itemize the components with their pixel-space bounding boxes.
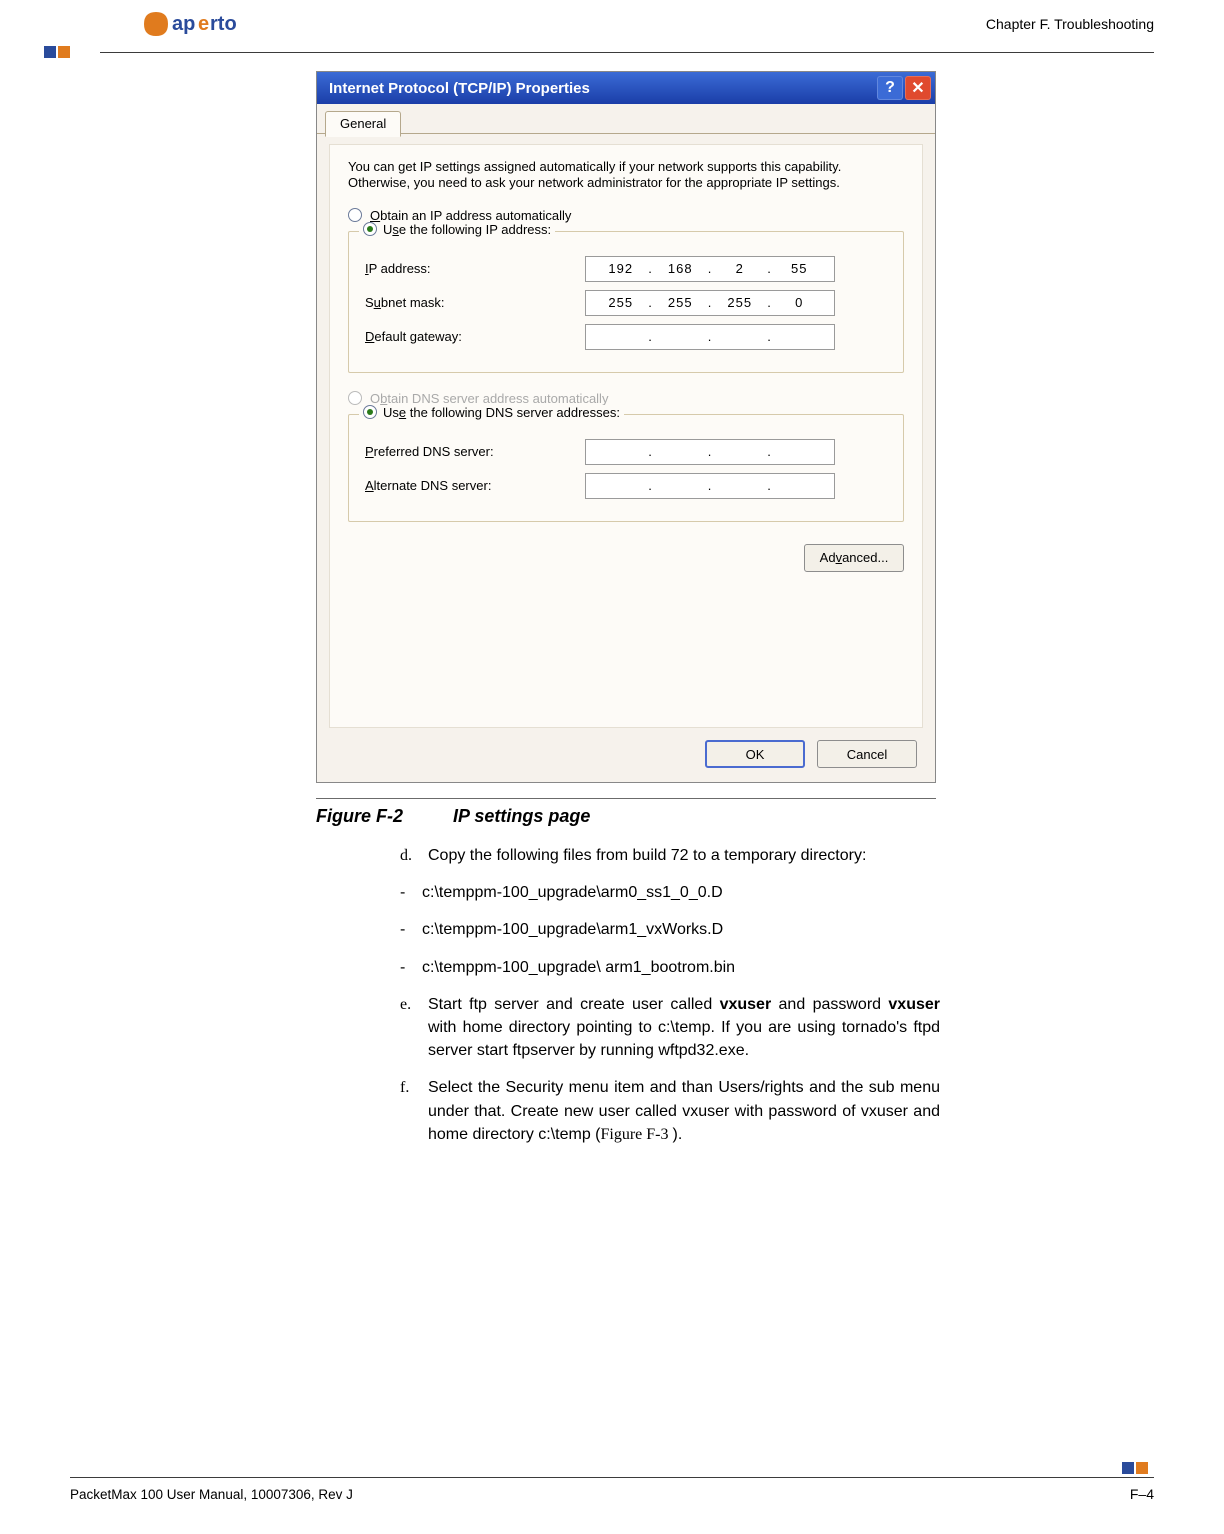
radio-label: OObtain an IP address automaticallybtain…: [370, 208, 571, 223]
dialog-title: Internet Protocol (TCP/IP) Properties: [329, 80, 590, 97]
radio-icon: [363, 405, 377, 419]
aperto-logo: ap e rto: [138, 8, 258, 40]
ip-address-input[interactable]: 192. 168. 2. 55: [585, 256, 835, 282]
figure-caption-rule: [316, 798, 936, 799]
radio-obtain-dns: Obtain DNS server address automaticallyO…: [348, 391, 904, 406]
step-d-letter: d.: [400, 844, 428, 867]
dialog-titlebar: Internet Protocol (TCP/IP) Properties ? …: [317, 72, 935, 104]
radio-label: Obtain DNS server address automaticallyO…: [370, 391, 608, 406]
ip-address-label: IP address:IP address:: [365, 261, 585, 276]
close-icon: ✕: [911, 78, 924, 98]
bullet-2: c:\temppm-100_upgrade\arm1_vxWorks.D: [422, 918, 723, 941]
footer-left: PacketMax 100 User Manual, 10007306, Rev…: [70, 1487, 353, 1502]
bullet-1: c:\temppm-100_upgrade\arm0_ss1_0_0.D: [422, 881, 723, 904]
tcpip-properties-dialog: Internet Protocol (TCP/IP) Properties ? …: [316, 71, 936, 783]
subnet-mask-label: Subnet mask:Subnet mask:: [365, 295, 585, 310]
tab-general[interactable]: General: [325, 111, 401, 137]
dns-group: Use the following DNS server addresses:U…: [348, 414, 904, 522]
radio-obtain-ip[interactable]: OObtain an IP address automaticallybtain…: [348, 208, 904, 223]
radio-icon: [348, 391, 362, 405]
close-button[interactable]: ✕: [905, 76, 931, 100]
general-panel: You can get IP settings assigned automat…: [329, 144, 923, 728]
step-d-text: Copy the following files from build 72 t…: [428, 844, 940, 867]
step-e-text: Start ftp server and create user called …: [428, 993, 940, 1063]
radio-label: Use the following DNS server addresses:U…: [383, 405, 620, 420]
bullet-3: c:\temppm-100_upgrade\ arm1_bootrom.bin: [422, 956, 735, 979]
step-f-letter: f.: [400, 1076, 428, 1146]
radio-icon: [348, 208, 362, 222]
alternate-dns-input[interactable]: . . .: [585, 473, 835, 499]
cancel-button[interactable]: Cancel: [817, 740, 917, 768]
header-decoration: [44, 46, 70, 58]
alternate-dns-label: Alternate DNS server:Alternate DNS serve…: [365, 478, 585, 493]
preferred-dns-label: Preferred DNS server:Preferred DNS serve…: [365, 444, 585, 459]
default-gateway-label: Default gateway:Default gateway:: [365, 329, 585, 344]
subnet-mask-input[interactable]: 255. 255. 255. 0: [585, 290, 835, 316]
chapter-label: Chapter F. Troubleshooting: [986, 16, 1154, 32]
radio-use-dns[interactable]: Use the following DNS server addresses:U…: [359, 405, 624, 420]
svg-text:e: e: [198, 13, 209, 35]
step-f-text: Select the Security menu item and than U…: [428, 1076, 940, 1146]
radio-use-ip[interactable]: Use the following IP address:Use the fol…: [359, 222, 555, 237]
preferred-dns-input[interactable]: . . .: [585, 439, 835, 465]
radio-label: Use the following IP address:Use the fol…: [383, 222, 551, 237]
page-header: ap e rto Chapter F. Troubleshooting: [0, 0, 1224, 60]
advanced-button[interactable]: Advanced...Advanced...: [804, 544, 904, 572]
svg-text:ap: ap: [172, 13, 195, 35]
svg-text:rto: rto: [210, 13, 237, 35]
default-gateway-input[interactable]: . . .: [585, 324, 835, 350]
intro-text: You can get IP settings assigned automat…: [348, 159, 904, 192]
footer-page-number: F–4: [1130, 1486, 1154, 1502]
figure-f3-reference: Figure F-3: [601, 1126, 673, 1143]
header-rule: [100, 52, 1154, 53]
tab-strip: General: [317, 104, 935, 134]
footer-rule: [70, 1477, 1154, 1478]
ok-button[interactable]: OK: [705, 740, 805, 768]
help-button[interactable]: ?: [877, 76, 903, 100]
radio-icon: [363, 222, 377, 236]
body-text: d. Copy the following files from build 7…: [400, 844, 940, 1160]
footer-decoration: [1122, 1462, 1148, 1474]
figure-caption: Figure F-2IP settings page: [316, 806, 590, 827]
ip-group: Use the following IP address:Use the fol…: [348, 231, 904, 373]
step-e-letter: e.: [400, 993, 428, 1063]
help-icon: ?: [885, 79, 895, 97]
